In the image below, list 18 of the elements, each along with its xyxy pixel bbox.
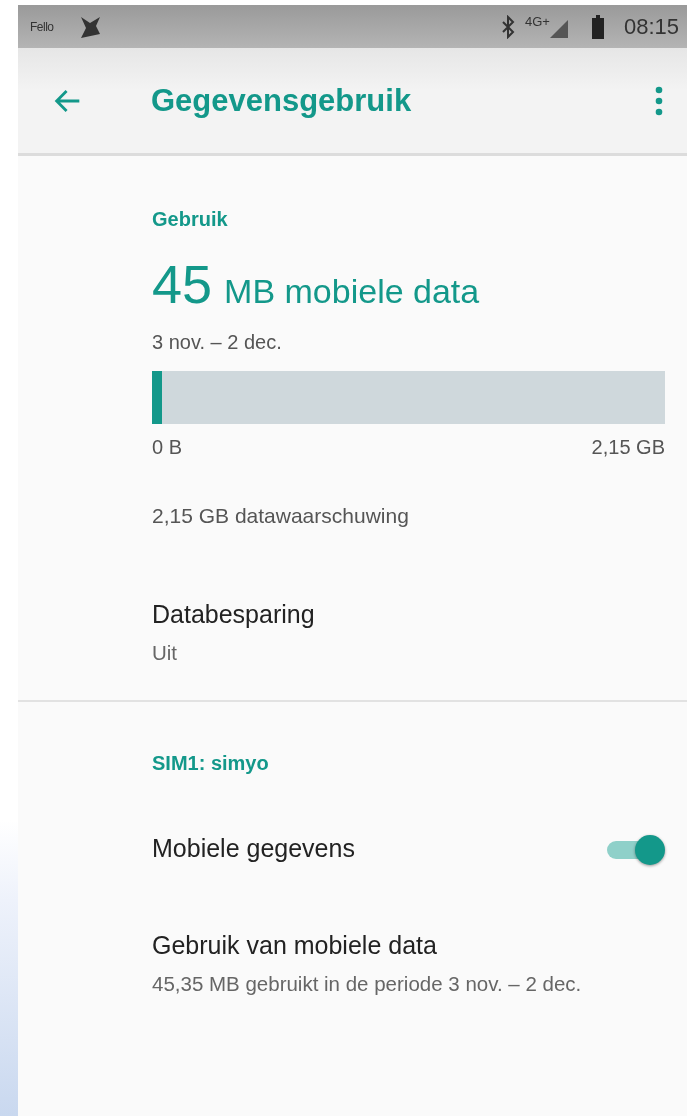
network-label: 4G+ bbox=[525, 14, 550, 29]
mobile-data-usage-item[interactable]: Gebruik van mobiele data 45,35 MB gebruikt in de periode 3 nov. – 2 dec. bbox=[152, 930, 665, 999]
meter-min-label: 0 B bbox=[152, 436, 183, 459]
battery-icon bbox=[591, 14, 604, 39]
meter-max-label: 2,15 GB bbox=[591, 436, 665, 459]
section-header: SIM1: simyo bbox=[152, 751, 270, 775]
setting-label: Mobiele gegevens bbox=[152, 834, 355, 864]
data-saver-item[interactable]: Databesparing Uit bbox=[152, 600, 665, 668]
period-label: 3 nov. – 2 dec. bbox=[152, 331, 283, 354]
screen-title: Gegevensgebruik bbox=[151, 82, 413, 119]
usage-unit: MB mobiele data bbox=[224, 272, 480, 311]
bluetooth-icon bbox=[501, 14, 515, 39]
data-warning-label: 2,15 GB datawaarschuwing bbox=[152, 504, 410, 528]
clock: 08:15 bbox=[623, 13, 679, 40]
section-header: Gebruik bbox=[152, 208, 229, 231]
usage-amount: 45 bbox=[152, 253, 213, 315]
carrier-label: Fello bbox=[30, 19, 54, 34]
overflow-menu-icon[interactable] bbox=[655, 84, 663, 117]
